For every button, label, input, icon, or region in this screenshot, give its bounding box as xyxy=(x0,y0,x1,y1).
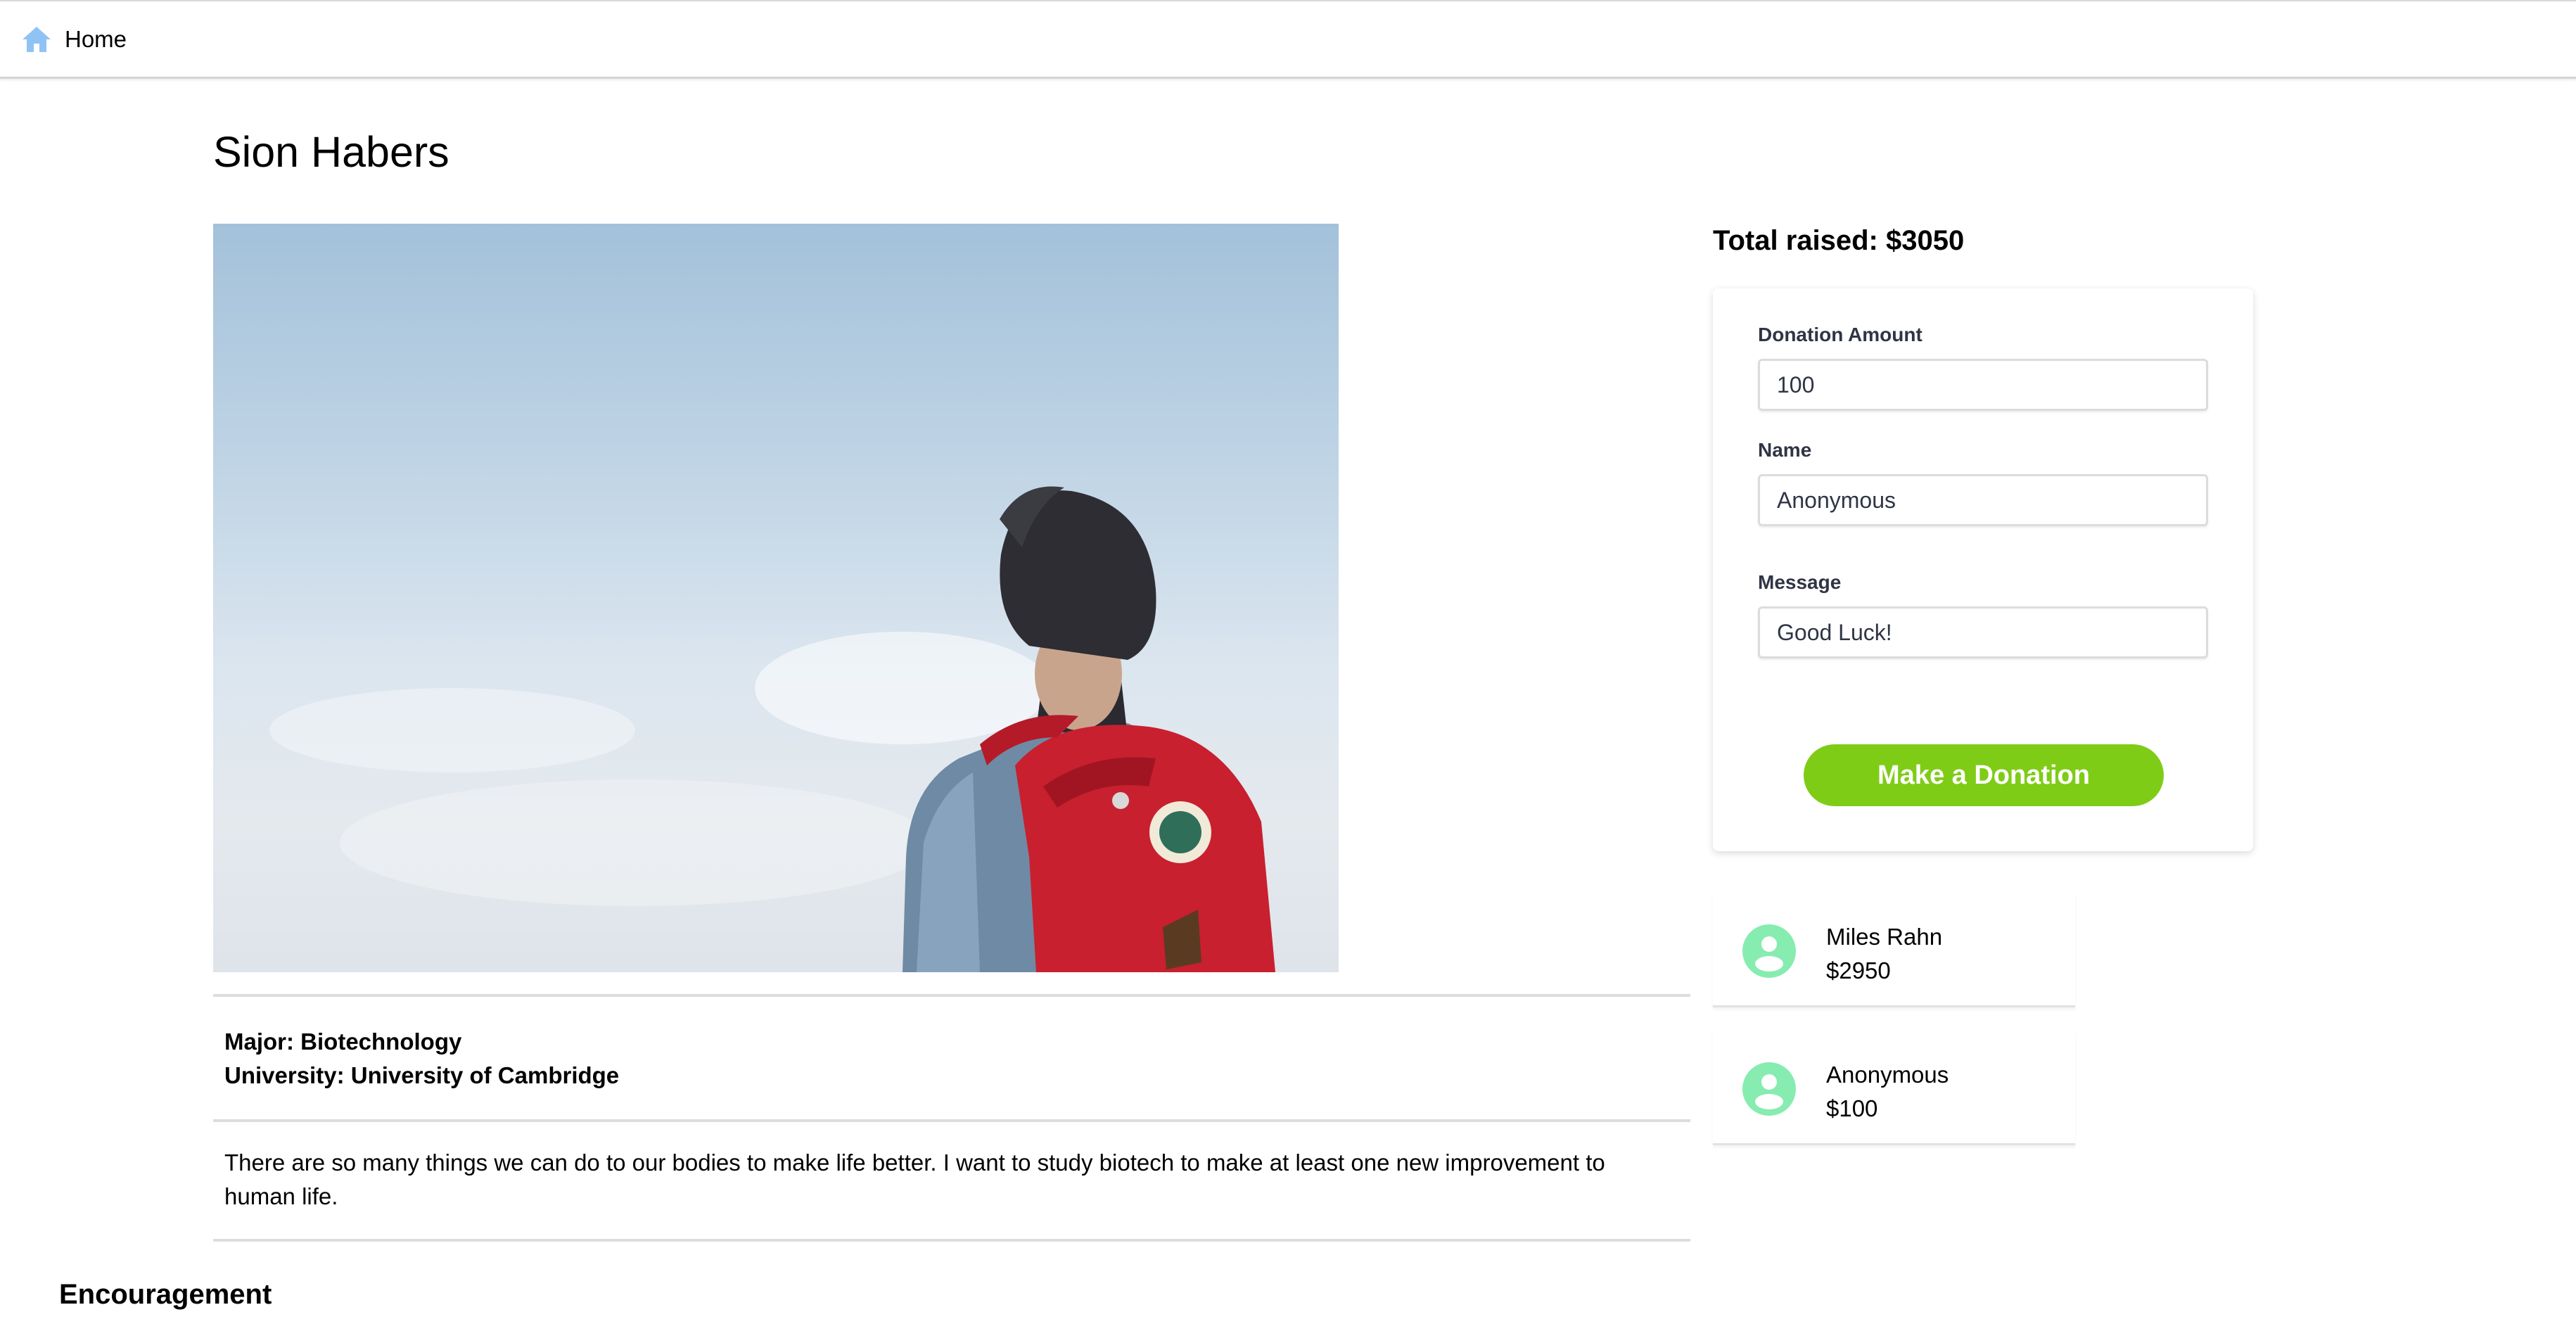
donor-name: Anonymous xyxy=(1826,1062,1949,1088)
user-avatar-icon xyxy=(1742,1062,1796,1116)
major-text: Major: Biotechnology xyxy=(224,1028,462,1055)
name-input[interactable] xyxy=(1758,474,2208,526)
university-line: University: University of Cambridge xyxy=(224,1059,1679,1093)
donation-amount-input[interactable] xyxy=(1758,359,2208,411)
donation-form-card: Donation Amount Name Message Make a Dona… xyxy=(1713,288,2253,851)
student-facts: Major: Biotechnology University: Univers… xyxy=(213,997,1690,1119)
home-label: Home xyxy=(65,26,127,52)
student-photo xyxy=(213,224,1339,972)
name-label: Name xyxy=(1758,439,1812,461)
student-description: There are so many things we can do to ou… xyxy=(224,1150,1605,1209)
divider xyxy=(213,1239,1690,1242)
home-icon xyxy=(23,27,51,52)
student-info: Major: Biotechnology University: Univers… xyxy=(213,994,1690,1242)
make-donation-button[interactable]: Make a Donation xyxy=(1804,744,2164,806)
donor-name: Miles Rahn xyxy=(1826,924,1943,950)
donor-amount: $100 xyxy=(1826,1095,1878,1121)
donor-list: Miles Rahn $2950 Anonymous $100 xyxy=(1713,893,2075,1169)
donor-item: Miles Rahn $2950 xyxy=(1713,893,2075,1007)
total-raised: Total raised: $3050 xyxy=(1713,225,1965,256)
donor-item: Anonymous $100 xyxy=(1713,1031,2075,1145)
user-avatar-icon xyxy=(1742,924,1796,978)
home-link[interactable]: Home xyxy=(21,25,127,53)
university-text: University of Cambridge xyxy=(350,1062,620,1088)
message-label: Message xyxy=(1758,571,1842,593)
donation-amount-label: Donation Amount xyxy=(1758,324,1923,345)
message-input[interactable] xyxy=(1758,606,2208,658)
encouragement-title: Encouragement xyxy=(59,1279,272,1310)
donor-amount: $2950 xyxy=(1826,957,1891,983)
top-nav-bar: Home xyxy=(0,0,2576,79)
page-title: Sion Habers xyxy=(213,128,449,176)
university-prefix: University: xyxy=(224,1062,351,1088)
